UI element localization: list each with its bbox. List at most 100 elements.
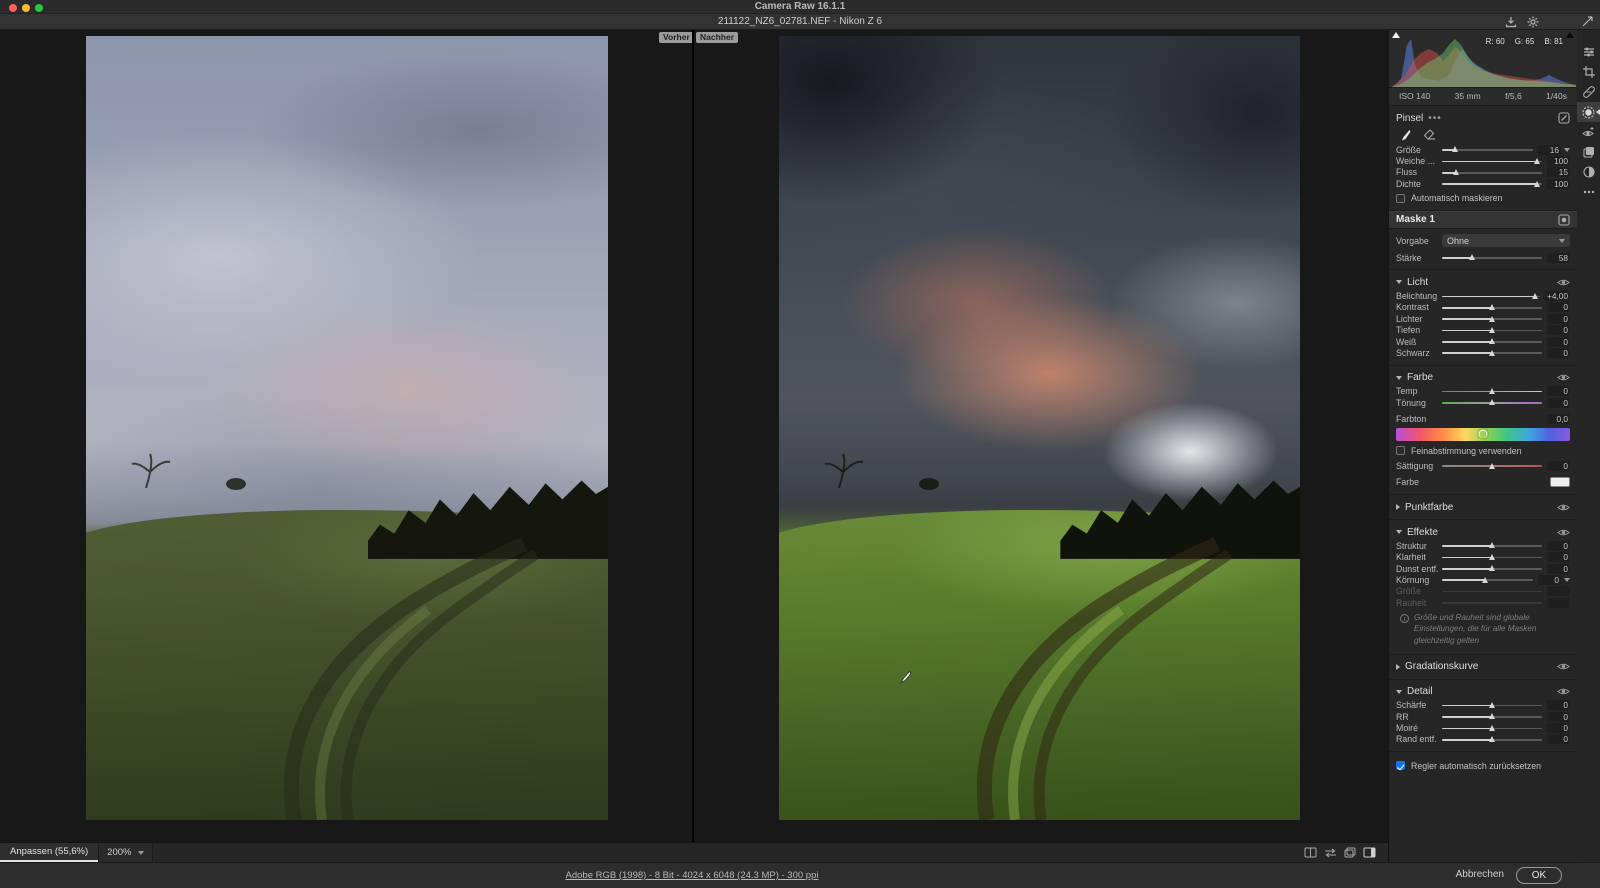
- slider-value[interactable]: 100: [1547, 156, 1570, 167]
- color-section: Farbe Temp 0 Tönung 0 Farbton 0,0 Feinabst…: [1389, 366, 1577, 496]
- before-label[interactable]: Vorher: [659, 32, 694, 43]
- hue-value[interactable]: 0,0: [1547, 414, 1570, 425]
- heal-icon[interactable]: [1577, 82, 1600, 102]
- effects-header[interactable]: Effekte: [1396, 524, 1570, 540]
- slider-value[interactable]: 0: [1547, 711, 1570, 722]
- curve-header[interactable]: Gradationskurve: [1396, 659, 1570, 675]
- slider-value[interactable]: 0: [1547, 325, 1570, 336]
- panel-toggle-icon[interactable]: [1363, 847, 1376, 858]
- color-header[interactable]: Farbe: [1396, 370, 1570, 386]
- visibility-eye-icon[interactable]: [1557, 373, 1570, 382]
- point-color-header[interactable]: Punktfarbe: [1396, 499, 1570, 515]
- noise-reduction-slider[interactable]: [1442, 711, 1542, 722]
- slider-value[interactable]: 0: [1547, 302, 1570, 313]
- fine-tune-checkbox[interactable]: [1396, 446, 1405, 456]
- shadows-slider[interactable]: [1442, 325, 1542, 336]
- workflow-options-link[interactable]: Adobe RGB (1998) - 8 Bit - 4024 x 6048 (…: [566, 870, 819, 881]
- brush-title: Pinsel: [1396, 112, 1424, 124]
- defringe-slider[interactable]: [1442, 734, 1542, 745]
- presets-icon[interactable]: [1577, 162, 1600, 182]
- automask-checkbox[interactable]: [1396, 193, 1405, 203]
- slider-value[interactable]: 0: [1538, 574, 1561, 585]
- preferences-gear-icon[interactable]: [1526, 15, 1540, 29]
- temperature-slider[interactable]: [1442, 386, 1542, 397]
- fullscreen-icon[interactable]: [1582, 16, 1593, 27]
- ok-button[interactable]: OK: [1516, 867, 1562, 884]
- grain-slider[interactable]: [1442, 574, 1533, 585]
- tint-slider[interactable]: [1442, 397, 1542, 408]
- red-eye-icon[interactable]: [1577, 122, 1600, 142]
- moire-slider[interactable]: [1442, 723, 1542, 734]
- pressure-toggle-icon[interactable]: [1558, 112, 1570, 124]
- slider-value[interactable]: 16: [1538, 144, 1561, 155]
- visibility-eye-icon[interactable]: [1557, 528, 1570, 537]
- after-label[interactable]: Nachher: [696, 32, 739, 43]
- brush-tool-icon[interactable]: [1398, 129, 1411, 142]
- mask-options-icon[interactable]: [1558, 214, 1570, 226]
- visibility-eye-icon[interactable]: [1557, 278, 1570, 287]
- brush-menu-icon[interactable]: •••: [1428, 113, 1442, 124]
- brush-size-slider[interactable]: [1442, 144, 1533, 155]
- zoom-level-select[interactable]: 200%: [98, 843, 154, 862]
- brush-density-slider[interactable]: [1442, 178, 1542, 189]
- preset-select[interactable]: Ohne: [1442, 234, 1570, 248]
- slider-value[interactable]: 0: [1547, 397, 1570, 408]
- fit-zoom-tab[interactable]: Anpassen (55,6%): [0, 843, 99, 862]
- slider-value[interactable]: 0: [1547, 336, 1570, 347]
- highlights-slider[interactable]: [1442, 313, 1542, 324]
- copy-settings-icon[interactable]: [1344, 847, 1356, 858]
- cancel-button[interactable]: Abbrechen: [1456, 869, 1504, 880]
- slider-value[interactable]: 0: [1547, 347, 1570, 358]
- slider-value[interactable]: 0: [1547, 540, 1570, 551]
- more-icon[interactable]: [1577, 182, 1600, 202]
- save-image-icon[interactable]: [1504, 15, 1518, 29]
- visibility-eye-icon[interactable]: [1557, 503, 1570, 512]
- whites-slider[interactable]: [1442, 336, 1542, 347]
- slider-value[interactable]: +4,00: [1545, 291, 1570, 302]
- texture-slider[interactable]: [1442, 540, 1542, 551]
- slider-value[interactable]: 0: [1547, 700, 1570, 711]
- brush-flow-slider[interactable]: [1442, 167, 1542, 178]
- slider-value[interactable]: 0: [1547, 734, 1570, 745]
- slider-value[interactable]: 0: [1547, 386, 1570, 397]
- snapshots-icon[interactable]: [1577, 142, 1600, 162]
- brush-feather-slider[interactable]: [1442, 156, 1542, 167]
- masking-icon[interactable]: [1577, 102, 1600, 122]
- auto-reset-checkbox[interactable]: [1396, 761, 1405, 771]
- blacks-slider[interactable]: [1442, 347, 1542, 358]
- slider-value[interactable]: 0: [1547, 552, 1570, 563]
- mask-strength-slider[interactable]: [1442, 252, 1542, 263]
- slider-value[interactable]: 100: [1547, 178, 1570, 189]
- contrast-slider[interactable]: [1442, 302, 1542, 313]
- chevron-down-icon[interactable]: [1564, 147, 1570, 152]
- slider-label: Schwarz: [1396, 347, 1430, 358]
- slider-value[interactable]: 0: [1547, 723, 1570, 734]
- slider-value[interactable]: 15: [1547, 167, 1570, 178]
- chevron-down-icon[interactable]: [1564, 577, 1570, 582]
- saturation-slider[interactable]: [1442, 460, 1542, 471]
- hue-spectrum-slider[interactable]: [1396, 427, 1570, 441]
- light-header[interactable]: Licht: [1396, 274, 1570, 290]
- exposure-slider[interactable]: [1442, 291, 1540, 302]
- slider-value[interactable]: 0: [1547, 313, 1570, 324]
- visibility-eye-icon[interactable]: [1557, 662, 1570, 671]
- visibility-eye-icon[interactable]: [1557, 687, 1570, 696]
- histogram[interactable]: R: 60 G: 65 B: 81: [1389, 30, 1577, 88]
- detail-header[interactable]: Detail: [1396, 684, 1570, 700]
- preview-canvas[interactable]: Vorher Nachher: [0, 30, 1388, 842]
- mask-header[interactable]: Maske 1: [1389, 210, 1577, 229]
- sharpness-slider[interactable]: [1442, 700, 1542, 711]
- swap-settings-icon[interactable]: [1324, 848, 1337, 858]
- crop-icon[interactable]: [1577, 62, 1600, 82]
- dehaze-slider[interactable]: [1442, 563, 1542, 574]
- view-cycle-icon[interactable]: [1304, 847, 1317, 858]
- before-image[interactable]: [86, 36, 608, 820]
- color-swatch[interactable]: [1550, 477, 1570, 488]
- slider-value[interactable]: 0: [1547, 563, 1570, 574]
- slider-value[interactable]: 58: [1547, 252, 1570, 263]
- clarity-slider[interactable]: [1442, 552, 1542, 563]
- eraser-tool-icon[interactable]: [1423, 129, 1437, 141]
- slider-value[interactable]: 0: [1547, 460, 1570, 471]
- after-image[interactable]: [779, 36, 1300, 820]
- edit-sliders-icon[interactable]: [1577, 42, 1600, 62]
